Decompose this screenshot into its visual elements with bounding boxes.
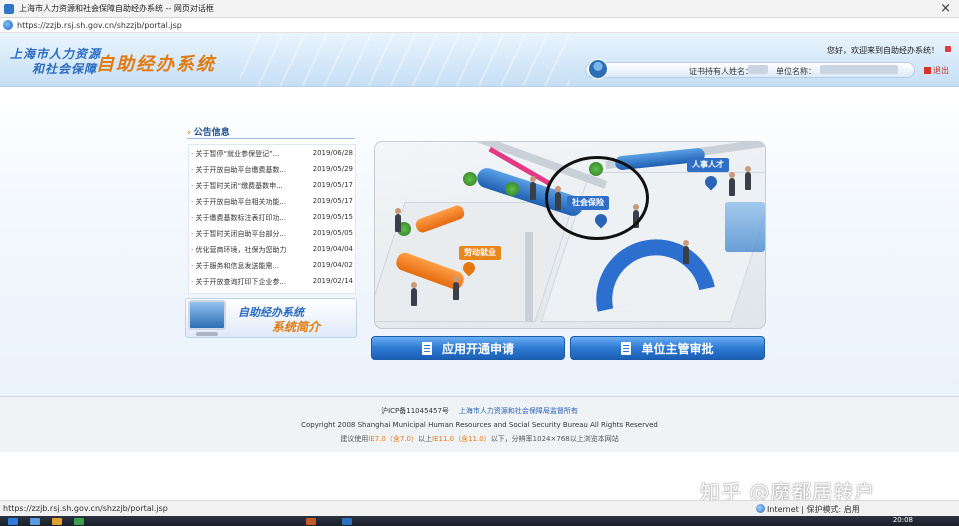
logo-org-line2: 和社会保障 <box>32 62 98 76</box>
browser-note-pre: 建议使用 <box>340 435 369 443</box>
person-figure <box>530 176 536 200</box>
taskbar-app-icon[interactable] <box>306 518 316 525</box>
person-figure <box>683 240 689 264</box>
app-icon <box>4 3 14 14</box>
person-figure <box>395 208 401 232</box>
browser-note-mid: 以上 <box>418 435 433 443</box>
notice-date: 2019/05/29 <box>312 165 353 173</box>
supervisor-approval-button[interactable]: 单位主管审批 <box>570 336 765 360</box>
browser-note-ie11: IE11.0（含11.0） <box>432 435 491 443</box>
notice-date: 2019/05/17 <box>312 197 353 205</box>
site-header: 上海市人力资源 和社会保障 自助经办系统 您好，欢迎来到自助经办系统！ 证书持有… <box>0 33 959 87</box>
address-bar[interactable]: https://zzjb.rsj.sh.gov.cn/shzzjb/portal… <box>0 18 959 33</box>
logout-icon[interactable] <box>924 67 931 74</box>
cert-holder-label: 证书持有人姓名： <box>689 67 753 76</box>
footer-icp-line: 沪ICP备11045457号 上海市人力资源和社会保障局监督所有 <box>0 406 959 416</box>
notice-item[interactable]: · 关于开放自助平台相关功能... 2019/05/17 <box>191 197 355 213</box>
notice-title[interactable]: · 关于服务和信息发送能需... <box>191 261 303 277</box>
person-figure <box>745 166 751 190</box>
notice-title[interactable]: · 关于开放自助平台缴费基数... <box>191 165 303 181</box>
notice-date: 2019/06/28 <box>312 149 353 157</box>
logo-system-title: 自助经办系统 <box>96 54 216 75</box>
notice-date: 2019/05/17 <box>312 181 353 189</box>
welcome-marker-icon <box>945 46 951 52</box>
notice-title[interactable]: · 关于暂时关闭“缴费基数申... <box>191 181 303 197</box>
notice-item[interactable]: · 关于缴费基数标注表打印功... 2019/05/15 <box>191 213 355 229</box>
window-title: 上海市人力资源和社会保障自助经办系统 -- 网页对话框 <box>19 4 214 13</box>
notice-date: 2019/02/14 <box>312 277 353 285</box>
notice-heading: 公告信息 <box>187 125 230 138</box>
notice-item[interactable]: · 关于服务和信息发送能需... 2019/04/02 <box>191 261 355 277</box>
notice-title[interactable]: · 关于开放自助平台相关功能... <box>191 197 303 213</box>
notice-item[interactable]: · 关于开放查询打印下企业参... 2019/02/14 <box>191 277 355 293</box>
cert-holder-redacted <box>748 65 768 74</box>
notice-divider <box>187 138 355 139</box>
highlight-circle <box>545 156 649 240</box>
browser-status-bar: https://zzjb.rsj.sh.gov.cn/shzzjb/portal… <box>0 500 959 516</box>
notice-item[interactable]: · 关于开放自助平台缴费基数... 2019/05/29 <box>191 165 355 181</box>
address-url[interactable]: https://zzjb.rsj.sh.gov.cn/shzzjb/portal… <box>17 21 182 30</box>
taskbar-app-icon[interactable] <box>74 518 84 525</box>
logout-link[interactable]: 退出 <box>933 65 949 76</box>
intro-subtitle[interactable]: 系统简介 <box>272 318 320 335</box>
glass-booth <box>725 202 765 252</box>
monitor-icon <box>188 300 226 336</box>
document-icon <box>421 341 432 355</box>
wall <box>525 232 533 322</box>
footer-browser-note: 建议使用IE7.0（含7.0）以上IE11.0（含11.0）以下，分辨率1024… <box>0 434 959 444</box>
person-figure <box>411 282 417 306</box>
globe-icon <box>756 504 765 513</box>
browser-icon <box>3 20 13 30</box>
person-figure <box>453 276 459 300</box>
labor-employment-sign[interactable]: 劳动就业 <box>459 246 501 260</box>
notice-title[interactable]: · 优化营商环境，社保为您助力 <box>191 245 303 261</box>
notice-date: 2019/05/05 <box>312 229 353 237</box>
app-open-apply-button[interactable]: 应用开通申请 <box>371 336 565 360</box>
notice-item[interactable]: · 关于暂时关闭“缴费基数申... 2019/05/17 <box>191 181 355 197</box>
notice-list: · 关于暂停“就业参保登记”... 2019/06/28 · 关于开放自助平台缴费… <box>188 144 356 294</box>
office-illustration: 劳动就业 社会保险 人事人才 <box>374 141 766 329</box>
footer-copyright: Copyright 2008 Shanghai Municipal Human … <box>301 421 658 429</box>
hr-talent-sign[interactable]: 人事人才 <box>687 158 729 172</box>
unit-name-label: 单位名称： <box>776 67 816 76</box>
location-pin-icon <box>463 262 475 280</box>
taskbar-app-icon[interactable] <box>30 518 40 525</box>
icp-number[interactable]: 沪ICP备11045457号 <box>381 407 449 415</box>
notice-title[interactable]: · 关于缴费基数标注表打印功... <box>191 213 303 229</box>
notice-item[interactable]: · 关于暂时关闭自助平台部分... 2019/05/05 <box>191 229 355 245</box>
browser-note-ie7: IE7.0（含7.0） <box>368 435 419 443</box>
welcome-text: 您好，欢迎来到自助经办系统！ <box>827 46 939 55</box>
notice-title[interactable]: · 关于开放查询打印下企业参... <box>191 277 303 293</box>
close-icon[interactable]: × <box>940 1 951 17</box>
status-url: https://zzjb.rsj.sh.gov.cn/shzzjb/portal… <box>3 504 168 513</box>
unit-name-redacted <box>820 65 898 74</box>
browser-note-post: 以下，分辨率1024×768以上浏览本网站 <box>490 435 619 443</box>
notice-date: 2019/05/15 <box>312 213 353 221</box>
security-zone[interactable]: Internet | 保护模式: 启用 <box>767 504 860 515</box>
user-avatar-icon <box>588 59 608 79</box>
plant-icon <box>463 172 477 186</box>
header-decoration <box>240 33 570 86</box>
notice-title[interactable]: · 关于暂时关闭自助平台部分... <box>191 229 303 245</box>
notice-item[interactable]: · 关于暂停“就业参保登记”... 2019/06/28 <box>191 149 355 165</box>
notice-date: 2019/04/04 <box>312 245 353 253</box>
taskbar-app-icon[interactable] <box>342 518 352 525</box>
taskbar: 20:08 <box>0 516 959 526</box>
notice-item[interactable]: · 优化营商环境，社保为您助力 2019/04/04 <box>191 245 355 261</box>
notice-date: 2019/04/02 <box>312 261 353 269</box>
approve-button-label: 单位主管审批 <box>641 341 714 356</box>
footer-org: 上海市人力资源和社会保障局监督所有 <box>458 407 578 415</box>
taskbar-clock: 20:08 <box>892 516 913 524</box>
taskbar-app-icon[interactable] <box>52 518 62 525</box>
document-icon <box>621 341 632 355</box>
window-title-bar: 上海市人力资源和社会保障自助经办系统 -- 网页对话框 × <box>0 0 959 18</box>
person-figure <box>729 172 735 196</box>
location-pin-icon <box>705 176 717 194</box>
apply-button-label: 应用开通申请 <box>441 341 514 356</box>
site-footer: 沪ICP备11045457号 上海市人力资源和社会保障局监督所有 Copyrigh… <box>0 396 959 452</box>
notice-title[interactable]: · 关于暂停“就业参保登记”... <box>191 149 303 165</box>
plant-icon <box>505 182 519 196</box>
start-icon[interactable] <box>8 518 18 525</box>
